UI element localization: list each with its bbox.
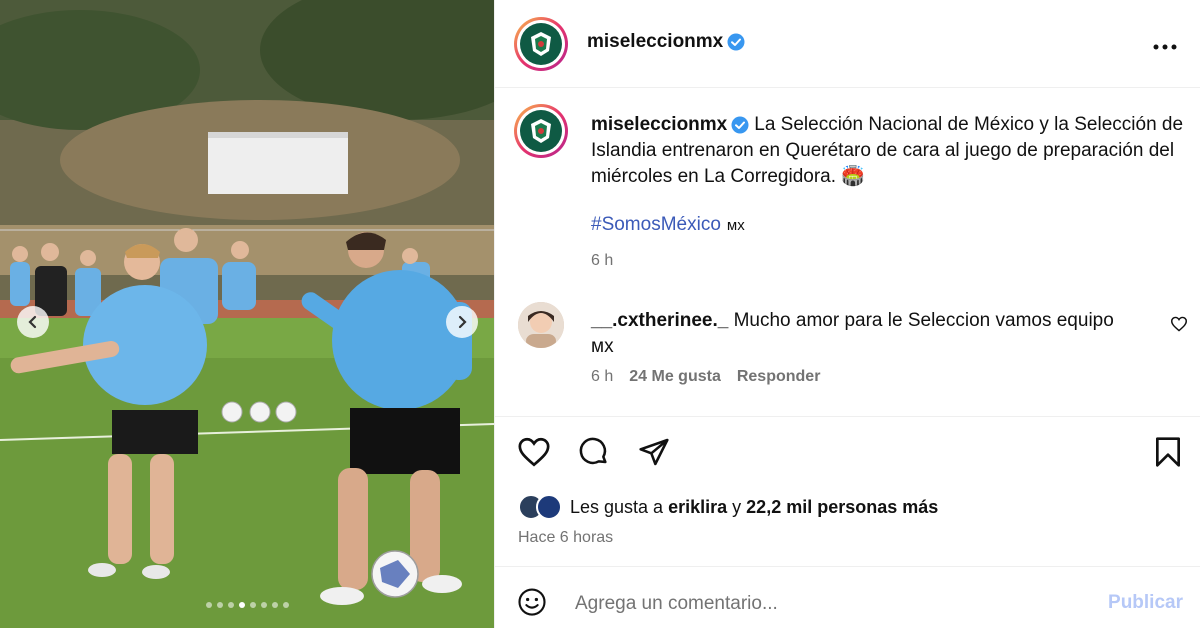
author-username[interactable]: miseleccionmx xyxy=(587,31,723,53)
more-options-button[interactable] xyxy=(1153,30,1177,56)
post-timestamp[interactable]: Hace 6 horas xyxy=(518,529,613,547)
publish-button[interactable]: Publicar xyxy=(1108,592,1183,614)
bookmark-icon xyxy=(1156,437,1180,467)
training-photo xyxy=(0,0,494,628)
likes-connector: y xyxy=(732,496,742,517)
carousel-dot xyxy=(205,602,212,608)
save-button[interactable] xyxy=(1154,436,1182,473)
heart-icon xyxy=(518,437,550,467)
avatar-image xyxy=(518,302,564,348)
likes-prefix: Les gusta a xyxy=(570,496,664,517)
chevron-right-icon xyxy=(458,315,467,329)
post-header: miseleccionmx xyxy=(495,0,1200,88)
flag-label: ᴍx xyxy=(726,217,745,234)
add-comment-bar: Publicar xyxy=(517,586,1187,622)
caption-avatar[interactable] xyxy=(514,104,568,158)
verified-badge-icon xyxy=(727,33,745,51)
carousel-dot xyxy=(260,602,267,608)
carousel-prev-button[interactable] xyxy=(17,306,49,338)
carousel-indicator xyxy=(0,602,494,608)
carousel-next-button[interactable] xyxy=(446,306,478,338)
comment-likes[interactable]: 24 Me gusta xyxy=(629,368,721,386)
comment-icon xyxy=(579,437,607,465)
liker-avatars[interactable] xyxy=(518,494,562,520)
carousel-dot xyxy=(216,602,223,608)
commenter-username[interactable]: __.cxtherinee._ xyxy=(591,310,728,331)
carousel-dot xyxy=(282,602,289,608)
caption-username[interactable]: miseleccionmx xyxy=(591,114,727,135)
share-button[interactable] xyxy=(637,436,671,473)
comment-button[interactable] xyxy=(577,436,611,473)
carousel-dot xyxy=(249,602,256,608)
comment-like-button[interactable] xyxy=(1170,316,1188,337)
comment-timestamp[interactable]: 6 h xyxy=(591,368,613,386)
smiley-icon xyxy=(518,587,546,616)
reply-button[interactable]: Responder xyxy=(737,368,821,386)
chevron-left-icon xyxy=(28,315,37,329)
likes-others[interactable]: 22,2 mil personas más xyxy=(746,497,938,518)
caption-timestamp[interactable]: 6 h xyxy=(591,252,613,270)
paper-plane-icon xyxy=(639,438,669,466)
hashtag-link[interactable]: #SomosMéxico xyxy=(591,214,721,235)
emoji-button[interactable] xyxy=(517,587,547,622)
divider xyxy=(495,566,1200,567)
heart-icon xyxy=(1170,316,1188,332)
avatar xyxy=(536,494,562,520)
carousel-dot xyxy=(238,602,245,608)
more-horizontal-icon xyxy=(1153,44,1177,50)
caption-text: miseleccionmx La Selección Nacional de M… xyxy=(591,112,1191,190)
post-photo[interactable] xyxy=(0,0,494,628)
team-crest-icon xyxy=(531,119,551,143)
carousel-dot xyxy=(271,602,278,608)
divider xyxy=(495,416,1200,417)
comment-item: __.cxtherinee._ Mucho amor para le Selec… xyxy=(518,302,1188,402)
author-avatar[interactable] xyxy=(514,17,568,71)
like-button[interactable] xyxy=(517,436,551,473)
verified-badge-icon xyxy=(731,116,749,134)
carousel-dot xyxy=(227,602,234,608)
post-panel: miseleccionmx miseleccionmx La Selección… xyxy=(494,0,1200,628)
likes-summary: Les gusta a eriklira y 22,2 mil personas… xyxy=(518,494,938,520)
liker-username[interactable]: eriklira xyxy=(668,497,727,518)
commenter-avatar[interactable] xyxy=(518,302,564,348)
comment-input[interactable] xyxy=(575,589,1075,619)
team-crest-icon xyxy=(531,32,551,56)
post-actions xyxy=(517,436,671,473)
